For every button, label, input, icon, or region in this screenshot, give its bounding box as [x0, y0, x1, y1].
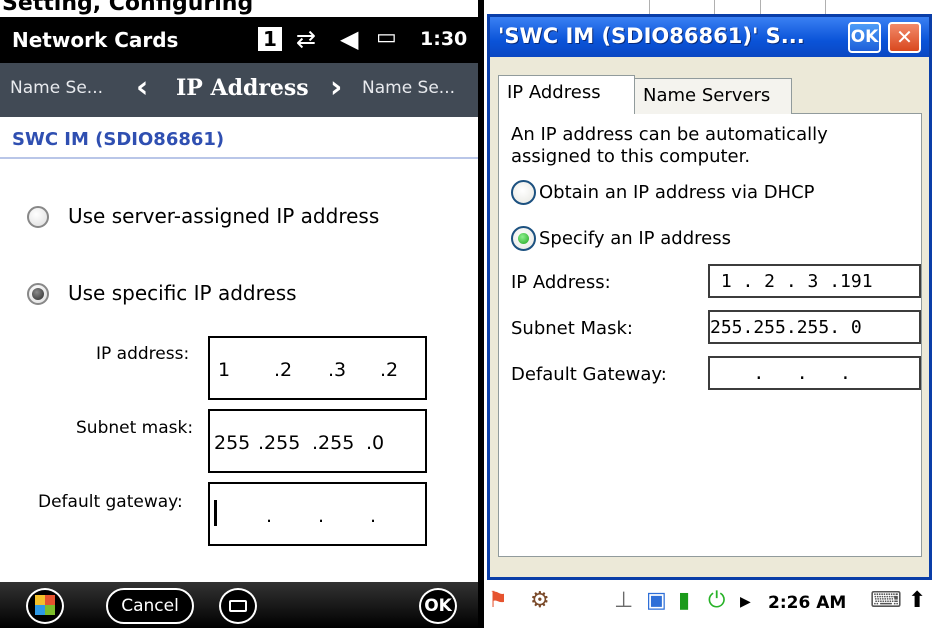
keyboard-button[interactable]: [219, 588, 257, 624]
adapter-name: SWC IM (SDIO86861): [12, 129, 225, 150]
keyboard-icon: [229, 600, 247, 612]
mask-octet: 255: [214, 432, 251, 454]
specify-ip-label[interactable]: Specify an IP address: [539, 228, 731, 249]
taskbar-clock[interactable]: 2:26 AM: [768, 593, 846, 613]
scroll-up-icon[interactable]: ⬆: [908, 588, 926, 613]
subnet-mask-label: Subnet Mask:: [511, 318, 633, 339]
specific-ip-label[interactable]: Use specific IP address: [68, 281, 297, 305]
mask-octet: .0: [366, 432, 385, 454]
server-assigned-radio[interactable]: [27, 206, 49, 228]
intro-text: assigned to this computer.: [511, 146, 751, 167]
app-title: Network Cards: [12, 28, 179, 52]
default-gateway-label: Default Gateway:: [511, 364, 667, 385]
tab-panel: An IP address can be automatically assig…: [498, 113, 922, 557]
status-clock[interactable]: 1:30: [420, 28, 467, 50]
connection-icon[interactable]: ⇄: [296, 25, 316, 53]
ip-address-label: IP Address:: [511, 272, 611, 293]
ok-softkey-button[interactable]: OK: [419, 588, 457, 624]
wifi-monitor-icon[interactable]: ▣: [646, 588, 667, 613]
dialog-ok-button[interactable]: OK: [848, 22, 881, 53]
speaker-icon[interactable]: ◀︎: [340, 25, 358, 53]
signal-strength-icon[interactable]: 1: [258, 27, 282, 51]
mask-octet: .255: [258, 432, 301, 454]
input-panel-icon[interactable]: ⌨: [870, 588, 902, 613]
intro-text: An IP address can be automatically: [511, 124, 828, 145]
text-cursor: [214, 500, 217, 526]
ip-address-field[interactable]: 1 . 2 . 3 .191: [708, 264, 921, 298]
subnet-mask-field[interactable]: 255 .255 .255 .0: [208, 409, 427, 473]
ip-octet: 1: [218, 359, 231, 381]
status-bar: Network Cards 1 ⇄ ◀︎ ▭ 1:30: [0, 17, 478, 63]
taskbar: ⚑ ⚙ ⊥ ▣ ▮ ⏻ ▶ 2:26 AM ⌨ ⬆: [484, 580, 933, 628]
dialog-titlebar: 'SWC IM (SDIO86861)' S... OK ✕: [490, 17, 929, 57]
default-gateway-field[interactable]: . . .: [208, 482, 427, 546]
chevron-left-icon[interactable]: ‹: [136, 70, 148, 105]
tab-name-servers[interactable]: Name Servers: [634, 78, 792, 114]
ip-address-label: IP address:: [96, 344, 190, 364]
nav-prev-label[interactable]: Name Se...: [10, 78, 103, 98]
tools-icon[interactable]: ⚙: [530, 588, 550, 613]
windows-ce-screen: 'SWC IM (SDIO86861)' S... OK ✕ An IP add…: [478, 0, 933, 628]
dhcp-radio[interactable]: [511, 180, 536, 205]
start-flag-icon[interactable]: ⚑: [488, 588, 508, 613]
chevron-right-icon[interactable]: ›: [330, 70, 342, 105]
dialog-title: 'SWC IM (SDIO86861)' S...: [498, 24, 805, 48]
gateway-octet: .: [266, 505, 273, 527]
specify-ip-radio[interactable]: [511, 226, 536, 251]
pivot-navigation: Name Se... ‹ IP Address › Name Se...: [0, 63, 478, 117]
divider: [0, 157, 478, 159]
dialog-close-button[interactable]: ✕: [888, 22, 921, 53]
ip-octet: .2: [380, 359, 399, 381]
battery-icon[interactable]: ▭: [376, 25, 397, 50]
cropped-header-text: Setting, Configuring: [0, 0, 478, 17]
default-gateway-label: Default gateway:: [38, 492, 183, 512]
power-icon[interactable]: ⏻: [708, 588, 725, 613]
subnet-mask-label: Subnet mask:: [76, 418, 194, 438]
tab-ip-address[interactable]: IP Address: [498, 75, 635, 114]
server-assigned-label[interactable]: Use server-assigned IP address: [68, 204, 379, 228]
dhcp-label[interactable]: Obtain an IP address via DHCP: [539, 182, 815, 203]
subnet-mask-field[interactable]: 255.255.255. 0: [708, 310, 921, 344]
windows-mobile-screen: Setting, Configuring Network Cards 1 ⇄ ◀…: [0, 0, 478, 628]
gateway-octet: .: [370, 505, 377, 527]
ip-address-field[interactable]: 1 .2 .3 .2: [208, 336, 427, 400]
signal-bars-icon[interactable]: ▮: [678, 588, 690, 613]
expand-arrow-icon[interactable]: ▶: [740, 594, 751, 610]
default-gateway-field[interactable]: . . .: [708, 356, 921, 390]
windows-start-icon: [35, 595, 55, 615]
ip-octet: .3: [328, 359, 347, 381]
windows-start-button[interactable]: [26, 588, 64, 624]
cropped-title: Setting, Configuring: [2, 0, 254, 16]
nav-next-label[interactable]: Name Se...: [362, 78, 455, 98]
cancel-button[interactable]: Cancel: [106, 588, 194, 624]
gateway-octet: .: [318, 505, 325, 527]
network-settings-dialog: 'SWC IM (SDIO86861)' S... OK ✕ An IP add…: [487, 14, 932, 580]
softkey-bar: Cancel OK: [0, 582, 478, 628]
ip-octet: .2: [274, 359, 293, 381]
specific-ip-radio[interactable]: [27, 283, 49, 305]
mask-octet: .255: [312, 432, 355, 454]
network-icon[interactable]: ⊥: [614, 588, 633, 613]
nav-current-label: IP Address: [176, 75, 309, 101]
